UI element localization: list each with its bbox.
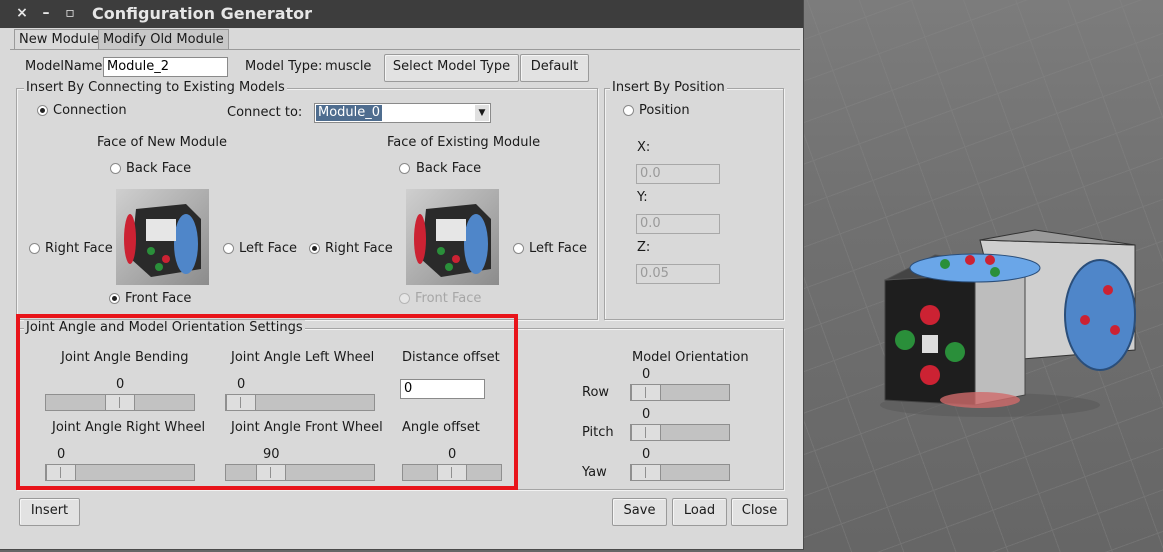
new-back-face-radio[interactable] [110, 163, 121, 174]
existing-back-face-label: Back Face [416, 161, 482, 176]
tab-new-module[interactable]: New Module [14, 29, 104, 50]
configuration-generator-window: × – ▫ Configuration Generator New Module… [0, 0, 804, 550]
y-label: Y: [637, 190, 648, 205]
model-name-label: ModelName: [25, 59, 107, 74]
robot-model[interactable] [860, 220, 1160, 420]
x-label: X: [637, 140, 651, 155]
close-button[interactable]: Close [731, 498, 788, 526]
z-input[interactable] [636, 264, 720, 284]
face-of-new-module-title: Face of New Module [97, 135, 227, 150]
model-type-label: Model Type: [245, 59, 323, 74]
pitch-label: Pitch [582, 425, 614, 440]
load-button[interactable]: Load [672, 498, 727, 526]
chevron-down-icon[interactable]: ▼ [475, 105, 489, 121]
maximize-window-icon[interactable]: ▫ [62, 5, 78, 21]
face-of-existing-module-title: Face of Existing Module [387, 135, 541, 150]
existing-back-face-radio[interactable] [399, 163, 410, 174]
model-name-input[interactable] [103, 57, 228, 77]
connect-to-dropdown[interactable]: Module_0 ▼ [314, 103, 491, 123]
close-window-icon[interactable]: × [14, 5, 30, 21]
new-front-face-label: Front Face [125, 291, 192, 306]
tab-modify-old-module[interactable]: Modify Old Module [98, 29, 229, 50]
new-module-image [116, 189, 209, 285]
yaw-label: Yaw [582, 465, 607, 480]
new-right-face-label: Right Face [45, 241, 113, 256]
model-orientation-title: Model Orientation [632, 350, 749, 365]
module-preview-icon [414, 204, 491, 277]
slider-thumb[interactable] [631, 465, 661, 480]
new-right-face-radio[interactable] [29, 243, 40, 254]
save-button[interactable]: Save [612, 498, 667, 526]
slider-thumb[interactable] [631, 385, 661, 400]
x-input[interactable] [636, 164, 720, 184]
new-back-face-label: Back Face [126, 161, 192, 176]
existing-left-face-label: Left Face [529, 241, 587, 256]
connection-radio[interactable] [37, 105, 48, 116]
insert-button[interactable]: Insert [19, 498, 80, 526]
tab-divider [10, 49, 800, 50]
title-bar: × – ▫ Configuration Generator [0, 0, 803, 28]
row-slider[interactable] [630, 384, 730, 401]
existing-front-face-radio [399, 293, 410, 304]
connect-to-label: Connect to: [227, 105, 303, 120]
window-title: Configuration Generator [92, 4, 313, 23]
pitch-value: 0 [642, 407, 651, 422]
insert-by-connecting-title: Insert By Connecting to Existing Models [24, 80, 287, 95]
select-model-type-button[interactable]: Select Model Type [384, 54, 519, 82]
highlight-box [16, 314, 518, 490]
row-value: 0 [642, 367, 651, 382]
minimize-window-icon[interactable]: – [38, 5, 54, 21]
insert-by-position-title: Insert By Position [610, 80, 727, 95]
default-button[interactable]: Default [520, 54, 589, 82]
existing-front-face-label: Front Face [415, 291, 482, 306]
row-label: Row [582, 385, 610, 400]
existing-left-face-radio[interactable] [513, 243, 524, 254]
existing-right-face-radio[interactable] [309, 243, 320, 254]
model-type-value: muscle [325, 59, 372, 74]
connection-label: Connection [53, 103, 127, 118]
new-left-face-radio[interactable] [223, 243, 234, 254]
module-preview-icon [124, 204, 201, 277]
y-input[interactable] [636, 214, 720, 234]
z-label: Z: [637, 240, 651, 255]
pitch-slider[interactable] [630, 424, 730, 441]
yaw-slider[interactable] [630, 464, 730, 481]
slider-thumb[interactable] [631, 425, 661, 440]
position-radio[interactable] [623, 105, 634, 116]
existing-module-image [406, 189, 499, 285]
existing-right-face-label: Right Face [325, 241, 393, 256]
insert-by-position-frame [604, 88, 784, 320]
position-label: Position [639, 103, 690, 118]
connect-to-selected: Module_0 [316, 105, 383, 121]
new-front-face-radio[interactable] [109, 293, 120, 304]
insert-by-connecting-frame [16, 88, 598, 320]
yaw-value: 0 [642, 447, 651, 462]
new-left-face-label: Left Face [239, 241, 297, 256]
